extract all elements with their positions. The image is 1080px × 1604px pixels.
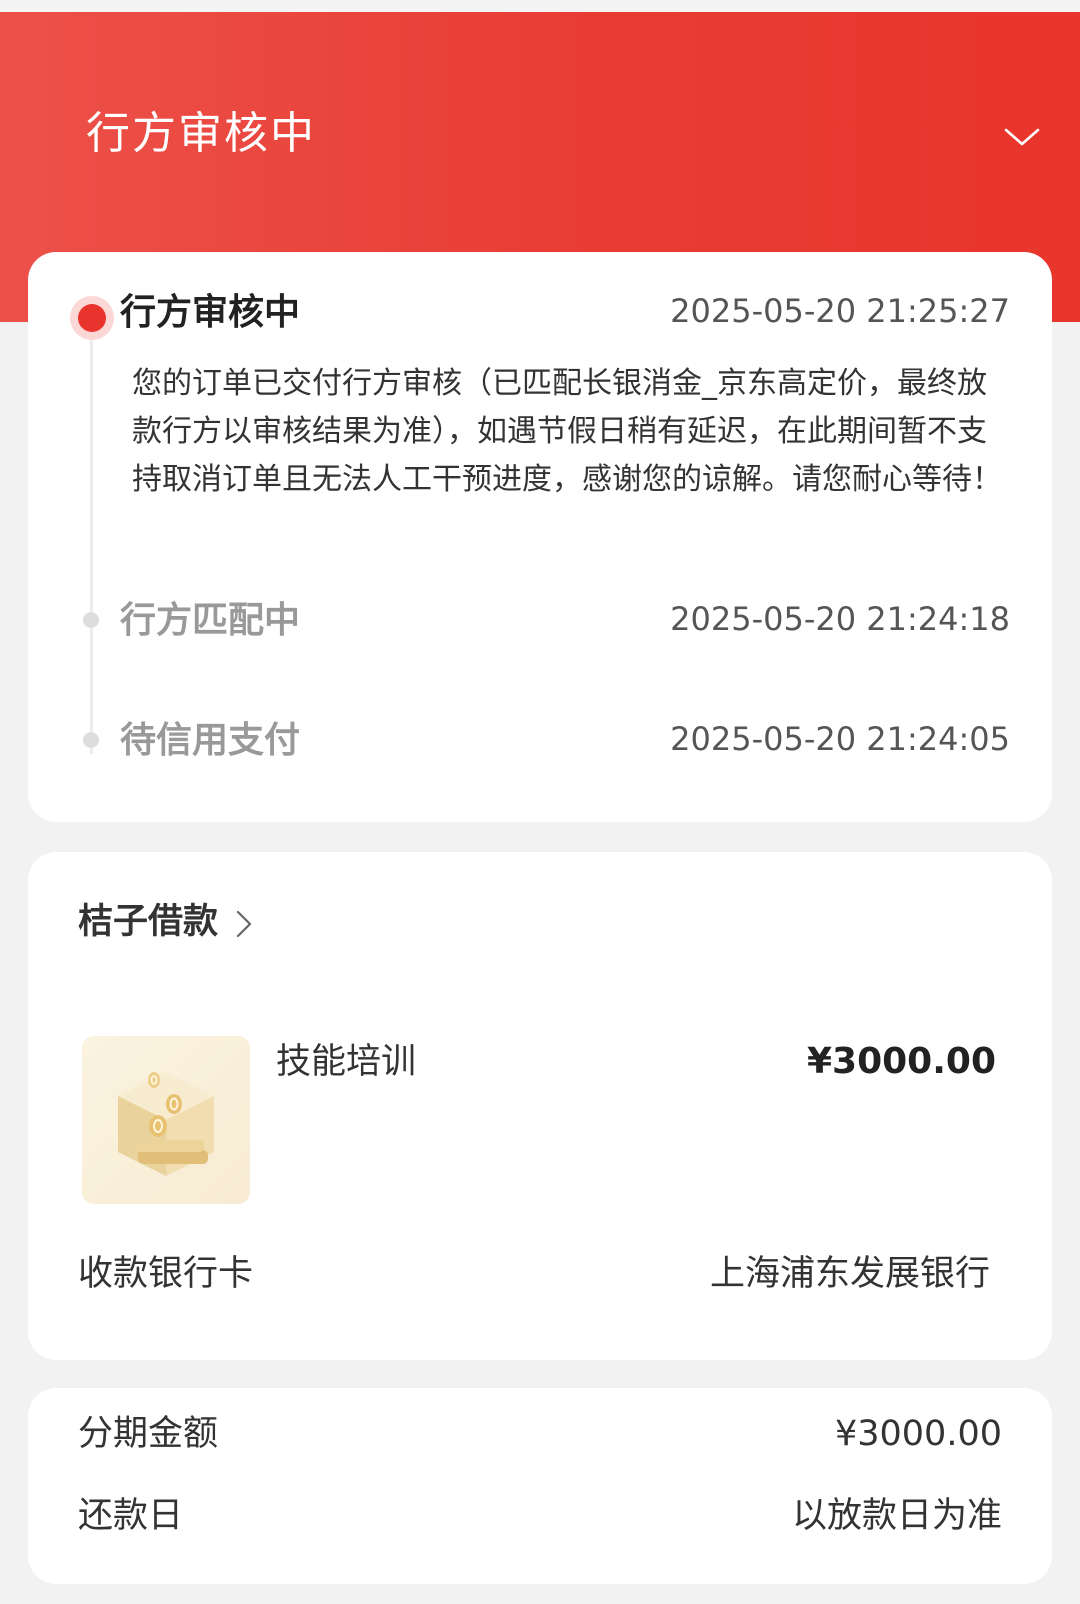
- timeline-line: [90, 314, 93, 754]
- product-name: 技能培训: [276, 1042, 417, 1082]
- timeline-step-title: 待信用支付: [120, 720, 301, 761]
- chevron-right-icon[interactable]: [234, 908, 254, 940]
- chevron-down-icon[interactable]: [1002, 122, 1042, 152]
- repayment-day-label: 还款日: [78, 1496, 184, 1536]
- installment-amount-value: ¥3000.00: [834, 1414, 1002, 1454]
- product-thumbnail: [82, 1036, 250, 1204]
- product-price: ¥3000.00: [806, 1041, 996, 1082]
- timeline-dot: [83, 732, 99, 748]
- timeline-step-title: 行方匹配中: [120, 600, 301, 641]
- bank-card-value: 上海浦东发展银行: [709, 1254, 990, 1294]
- timeline-step-time: 2025-05-20 21:24:18: [670, 600, 1010, 638]
- coin-box-icon: [118, 1072, 214, 1176]
- bank-card-label: 收款银行卡: [78, 1254, 254, 1294]
- timeline-dot: [83, 612, 99, 628]
- repayment-day-value: 以放款日为准: [791, 1496, 1002, 1536]
- status-timeline-card: 行方审核中 2025-05-20 21:25:27 您的订单已交付行方审核（已匹…: [28, 252, 1052, 822]
- status-bar-strip: [0, 0, 1080, 12]
- timeline-step-title: 行方审核中: [120, 292, 301, 333]
- brand-link[interactable]: 桔子借款: [78, 898, 218, 946]
- installment-card: 分期金额 ¥3000.00 还款日 以放款日为准: [28, 1388, 1052, 1584]
- product-card: 桔子借款 技能培训 ¥3000.00 收款银行卡 上海浦东发展银行: [28, 852, 1052, 1360]
- timeline-step-time: 2025-05-20 21:25:27: [670, 292, 1010, 330]
- installment-amount-label: 分期金额: [78, 1414, 219, 1454]
- timeline-dot-active: [70, 296, 114, 340]
- page-title: 行方审核中: [86, 108, 316, 159]
- timeline-step-description: 您的订单已交付行方审核（已匹配长银消金_京东高定价，最终放款行方以审核结果为准）…: [132, 366, 1002, 497]
- timeline-step-time: 2025-05-20 21:24:05: [670, 720, 1010, 758]
